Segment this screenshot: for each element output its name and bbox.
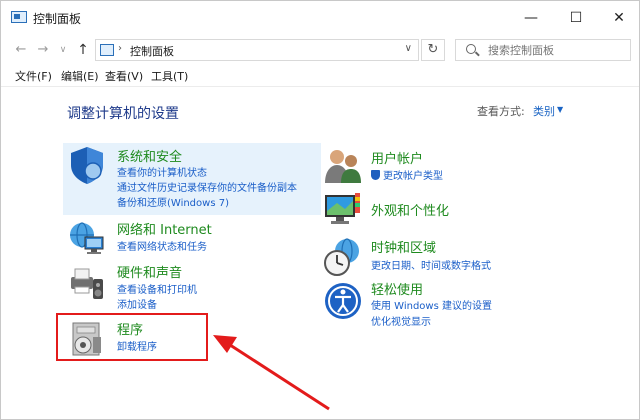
- recent-locations-button[interactable]: ∨: [53, 39, 73, 61]
- appearance-monitor-icon: [325, 193, 360, 224]
- category-system-security[interactable]: 系统和安全: [117, 146, 182, 165]
- breadcrumb-control-panel[interactable]: 控制面板: [130, 43, 174, 59]
- link-change-account-type-label[interactable]: 更改帐户类型: [383, 171, 443, 182]
- link-view-computer-status[interactable]: 查看你的计算机状态: [117, 164, 207, 179]
- user-accounts-icon: [325, 150, 361, 183]
- breadcrumb-separator[interactable]: ›: [118, 43, 122, 54]
- link-windows-recommended-settings[interactable]: 使用 Windows 建议的设置: [371, 297, 492, 312]
- back-button[interactable]: ←: [11, 39, 31, 61]
- link-devices-printers[interactable]: 查看设备和打印机: [117, 281, 197, 296]
- control-panel-icon: [11, 11, 27, 23]
- menu-view[interactable]: 查看(V): [105, 68, 143, 84]
- annotation-highlight-box: [56, 313, 208, 361]
- shield-icon: [71, 147, 103, 184]
- menu-edit[interactable]: 编辑(E): [61, 68, 99, 84]
- refresh-button[interactable]: ↻: [421, 39, 445, 61]
- category-user-accounts[interactable]: 用户帐户: [371, 148, 423, 167]
- search-icon: [466, 44, 476, 54]
- category-network-internet[interactable]: 网络和 Internet: [117, 219, 212, 238]
- window-title: 控制面板: [33, 12, 82, 26]
- view-by-label: 查看方式:: [477, 105, 525, 118]
- network-globe-icon: [70, 222, 104, 254]
- annotation-arrow-icon: [213, 335, 330, 411]
- ease-of-access-icon: [325, 283, 361, 319]
- control-panel-window: 控制面板 — ☐ ✕ ← → ∨ ↑ › 控制面板 ∨ ↻ 文件(F) 编辑(E…: [0, 0, 640, 420]
- title-bar: 控制面板 — ☐ ✕: [1, 1, 639, 35]
- address-dropdown-button[interactable]: ∨: [405, 43, 412, 54]
- link-network-status[interactable]: 查看网络状态和任务: [117, 238, 207, 253]
- close-button[interactable]: ✕: [597, 5, 640, 31]
- forward-button[interactable]: →: [33, 39, 53, 61]
- link-file-history[interactable]: 通过文件历史记录保存你的文件备份副本: [117, 179, 297, 194]
- minimize-button[interactable]: —: [509, 5, 553, 31]
- link-add-device[interactable]: 添加设备: [117, 296, 157, 311]
- category-ease-of-access[interactable]: 轻松使用: [371, 279, 423, 298]
- uac-shield-icon: [371, 170, 380, 180]
- menu-bar: 文件(F) 编辑(E) 查看(V) 工具(T): [1, 65, 639, 87]
- view-by-dropdown[interactable]: 类别: [533, 103, 555, 119]
- menu-file[interactable]: 文件(F): [15, 68, 52, 84]
- address-bar[interactable]: › 控制面板 ∨: [95, 39, 419, 61]
- category-hardware-sound[interactable]: 硬件和声音: [117, 262, 182, 281]
- link-backup-restore[interactable]: 备份和还原(Windows 7): [117, 194, 229, 209]
- menu-tools[interactable]: 工具(T): [151, 68, 188, 84]
- control-panel-icon: [100, 44, 114, 56]
- category-clock-region[interactable]: 时钟和区域: [371, 237, 436, 256]
- link-optimize-visual-display[interactable]: 优化视觉显示: [371, 313, 431, 328]
- search-box[interactable]: [455, 39, 631, 61]
- up-button[interactable]: ↑: [73, 39, 93, 61]
- maximize-button[interactable]: ☐: [554, 5, 598, 31]
- link-change-date-time-format[interactable]: 更改日期、时间或数字格式: [371, 257, 491, 272]
- navigation-bar: ← → ∨ ↑ › 控制面板 ∨ ↻: [1, 35, 639, 65]
- category-appearance-personalization[interactable]: 外观和个性化: [371, 200, 449, 219]
- chevron-down-icon[interactable]: ▼: [557, 105, 563, 114]
- clock-globe-icon: [324, 238, 359, 276]
- search-input[interactable]: [488, 41, 628, 59]
- page-title: 调整计算机的设置: [67, 106, 179, 122]
- link-change-account-type[interactable]: 更改帐户类型: [371, 167, 443, 182]
- printer-icon: [71, 268, 103, 299]
